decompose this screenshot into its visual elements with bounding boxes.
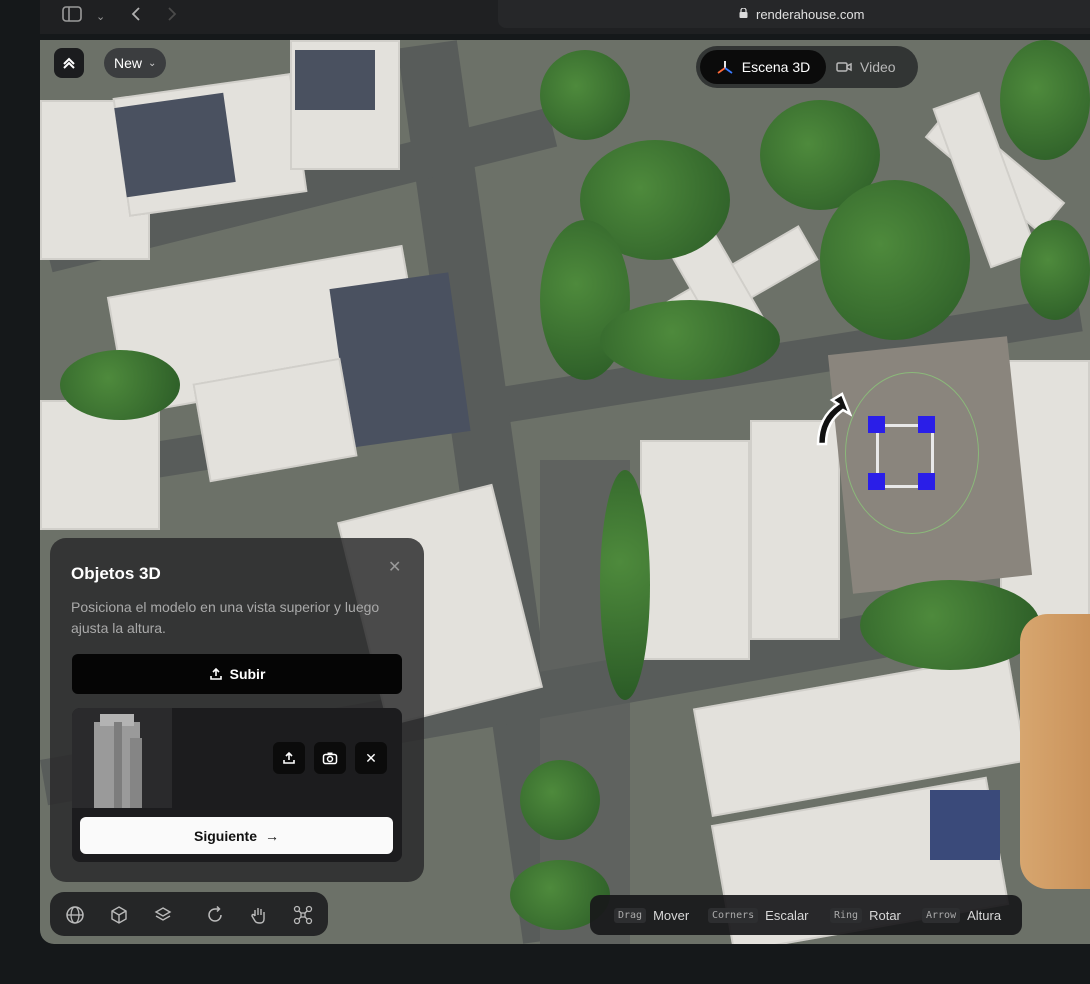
axes-3d-icon (717, 61, 733, 74)
upload-label: Subir (229, 666, 266, 682)
building (40, 400, 160, 530)
scene-label: Escena 3D (741, 59, 811, 75)
tree (520, 760, 600, 840)
hint-move: Drag Mover (614, 895, 689, 935)
tab-video[interactable]: Video (836, 50, 896, 84)
tree (600, 470, 650, 700)
building (640, 440, 750, 660)
panel-description: Posiciona el modelo en una vista superio… (71, 599, 380, 636)
upload-button[interactable]: Subir (72, 654, 402, 694)
chevron-down-icon[interactable]: ⌄ (96, 7, 105, 27)
scale-handle-top-left[interactable] (868, 416, 885, 433)
close-icon: ✕ (365, 749, 377, 766)
hint-label: Rotar (869, 907, 901, 923)
video-label: Video (860, 59, 896, 75)
mouse-cursor-icon (816, 392, 852, 446)
hint-key: Corners (708, 907, 759, 923)
tower-model-image (94, 714, 142, 808)
next-label: Siguiente (193, 827, 257, 844)
next-button[interactable]: Siguiente → (80, 817, 393, 854)
hint-height: Arrow Altura (922, 895, 1001, 935)
camera-button[interactable] (314, 742, 346, 774)
double-chevron-up-icon (63, 57, 75, 69)
hint-label: Mover (653, 907, 690, 923)
building-roof (295, 50, 375, 110)
tool-palette (50, 892, 328, 936)
back-arrow-icon[interactable] (130, 6, 142, 28)
lock-icon (739, 8, 748, 18)
forward-arrow-icon[interactable] (166, 6, 178, 28)
new-project-dropdown[interactable]: New ⌄ (104, 48, 167, 78)
building (750, 420, 840, 640)
hint-key: Ring (830, 907, 863, 923)
layers-icon[interactable] (152, 904, 174, 926)
upload-model-button[interactable] (273, 742, 305, 774)
hand-icon[interactable] (248, 904, 270, 926)
hint-key: Arrow (922, 907, 961, 923)
drone-icon[interactable] (292, 904, 314, 926)
new-label: New (114, 55, 143, 71)
panel-title: Objetos 3D (71, 564, 161, 583)
upload-icon (283, 751, 295, 764)
arrow-right-icon: → (265, 827, 279, 844)
scale-handle-top-right[interactable] (918, 416, 935, 433)
tree (60, 350, 180, 420)
hint-label: Escalar (765, 907, 809, 923)
keyboard-hints: Drag Mover Corners Escalar Ring Rotar Ar… (590, 895, 1022, 935)
solar-panels (930, 790, 1000, 860)
hint-scale: Corners Escalar (708, 895, 809, 935)
collapse-menu-button[interactable] (54, 48, 84, 78)
cube-add-icon[interactable] (108, 904, 130, 926)
scale-handle-bottom-left[interactable] (868, 473, 885, 490)
camera-icon (322, 752, 338, 765)
tree (1020, 220, 1090, 320)
url-text: renderahouse.com (756, 7, 865, 22)
rotate-icon[interactable] (204, 904, 226, 926)
sidebar-toggle-icon[interactable] (62, 6, 82, 28)
video-camera-icon (836, 62, 852, 72)
tree (1000, 40, 1090, 160)
tree (860, 580, 1040, 670)
tree (820, 180, 970, 340)
globe-grid-icon[interactable] (64, 904, 86, 926)
hint-label: Altura (967, 907, 1002, 923)
close-icon[interactable]: ✕ (388, 557, 401, 577)
building-roof (114, 92, 236, 198)
tree (600, 300, 780, 380)
hint-rotate: Ring Rotar (830, 895, 901, 935)
model-preview-3d (1020, 614, 1090, 889)
tab-scene-3d[interactable]: Escena 3D (700, 50, 826, 84)
remove-model-button[interactable]: ✕ (355, 742, 387, 774)
scale-handle-bottom-right[interactable] (918, 473, 935, 490)
upload-icon (209, 667, 222, 680)
hint-key: Drag (614, 907, 647, 923)
tree (540, 50, 630, 140)
model-thumbnail[interactable] (72, 708, 172, 808)
chevron-down-icon: ⌄ (148, 57, 157, 69)
